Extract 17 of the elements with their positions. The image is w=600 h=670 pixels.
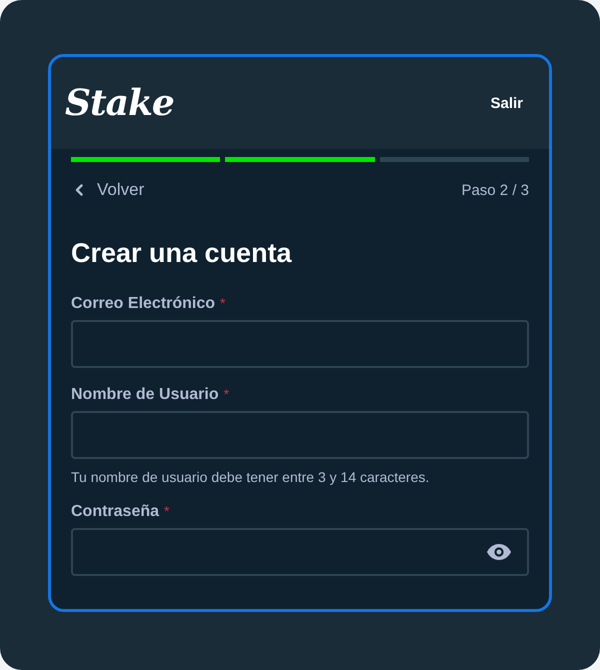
logo[interactable]: Stake — [65, 82, 174, 124]
field-label: Contraseña — [71, 503, 160, 521]
chevron-left-icon — [75, 184, 83, 196]
field-label: Correo Electrónico — [71, 295, 216, 313]
input-field[interactable] — [71, 411, 529, 459]
exit-button[interactable]: Salir — [478, 88, 535, 118]
eye-icon[interactable] — [487, 544, 511, 560]
required-mark: * — [220, 295, 226, 311]
page-title: Crear una cuenta — [71, 238, 293, 269]
back-link[interactable]: Volver — [71, 180, 144, 200]
hint-text: Tu nombre de usuario debe tener entre 3 y 14 caracteres. — [71, 469, 430, 485]
password-field[interactable] — [71, 528, 529, 576]
step-counter: Paso 2 / 3 — [461, 182, 529, 198]
field-label: Nombre de Usuario — [71, 386, 219, 404]
required-mark: * — [224, 386, 230, 402]
required-mark: * — [164, 503, 170, 519]
input-field[interactable] — [71, 320, 529, 368]
